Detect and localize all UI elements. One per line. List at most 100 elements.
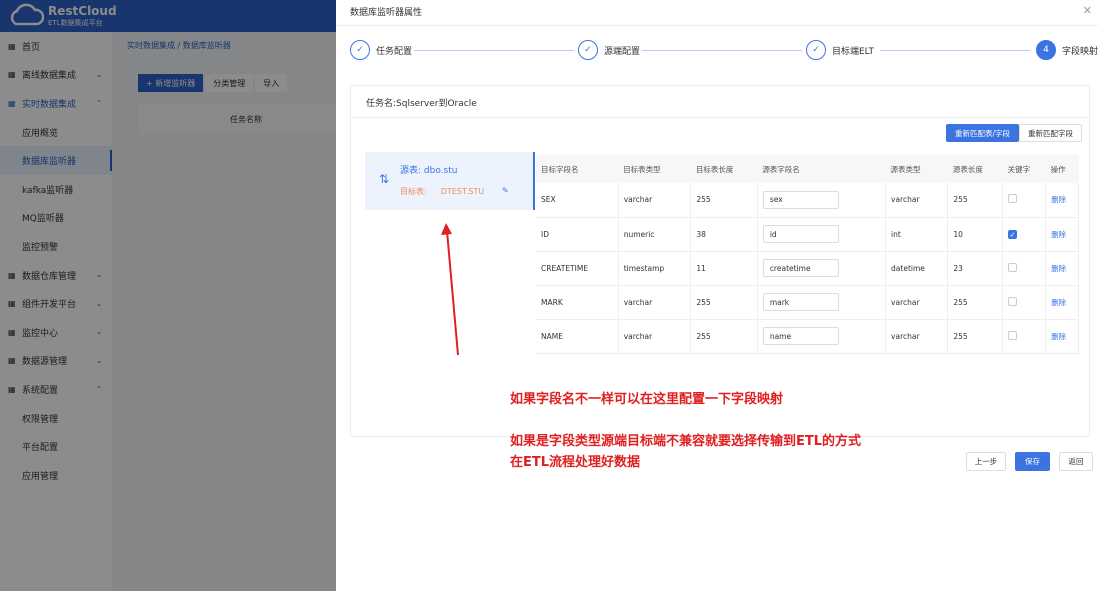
edit-icon[interactable]: ✎: [502, 186, 509, 195]
drawer-title: 数据库监听器属性: [350, 8, 423, 18]
step-connector: [642, 50, 802, 51]
field-mapping-table: 目标字段名 目标表类型 目标表长度 源表字段名 源表类型 源表长度 关键字 操作 SEX var…: [536, 155, 1079, 354]
delete-link[interactable]: 删除: [1051, 230, 1066, 239]
key-checkbox[interactable]: ✓: [1008, 229, 1018, 239]
table-row: SEXvarchar255varchar255删除: [536, 183, 1079, 218]
table-pair-item[interactable]: ⇅ 源表: dbo.stu 目标表: DTEST.STU ✎: [365, 152, 535, 210]
column-header: 目标表长度: [690, 155, 758, 183]
step-number: 4: [1036, 40, 1056, 60]
column-header: 关键字: [1002, 155, 1046, 183]
delete-link[interactable]: 删除: [1051, 264, 1066, 273]
source-type: datetime: [885, 251, 949, 286]
key-cell: [1002, 319, 1047, 354]
rematch-field-button[interactable]: 重新匹配字段: [1019, 124, 1082, 142]
column-header: 源表字段名: [757, 155, 886, 183]
column-header: 源表类型: [885, 155, 948, 183]
key-checkbox[interactable]: [1008, 330, 1018, 340]
source-field-input[interactable]: [762, 259, 839, 277]
source-field-input[interactable]: [762, 293, 839, 311]
target-field: MARK: [536, 285, 619, 320]
check-icon: ✓: [350, 40, 370, 60]
source-field-input[interactable]: [762, 190, 839, 209]
source-field-cell: [757, 183, 887, 218]
key-cell: [1002, 285, 1047, 320]
source-field-cell: [757, 217, 887, 252]
target-type: varchar: [618, 319, 692, 354]
action-cell: 删除: [1045, 217, 1079, 252]
check-icon: ✓: [806, 40, 826, 60]
step-label: 目标端ELT: [832, 46, 874, 57]
step-connector: [880, 50, 1030, 51]
prev-step-button[interactable]: 上一步: [966, 452, 1006, 471]
step-connector: [414, 50, 574, 51]
action-cell: 删除: [1045, 319, 1079, 354]
action-cell: 删除: [1045, 285, 1079, 320]
step-target-elt[interactable]: ✓ 目标端ELT: [806, 40, 874, 60]
table-row: IDnumeric38 int10 ✓ 删除: [536, 217, 1079, 252]
target-type: varchar: [618, 183, 692, 218]
divider: [351, 117, 1089, 118]
column-header: 目标字段名: [536, 155, 619, 183]
table-row: MARKvarchar255varchar255删除: [536, 285, 1079, 320]
source-field-input[interactable]: [762, 327, 839, 345]
key-checkbox[interactable]: [1008, 296, 1018, 306]
column-header: 目标表类型: [618, 155, 691, 183]
step-label: 源端配置: [604, 46, 641, 57]
column-header: 源表长度: [947, 155, 1003, 183]
source-length: 10: [947, 217, 1004, 252]
source-field-input[interactable]: [762, 225, 839, 243]
annotation-text: 如果字段名不一样可以在这里配置一下字段映射: [510, 392, 784, 407]
target-field: CREATETIME: [536, 251, 619, 286]
back-button[interactable]: 返回: [1059, 452, 1093, 471]
step-label: 任务配置: [376, 46, 413, 57]
red-arrow-annotation: [441, 223, 459, 356]
source-type: varchar: [885, 319, 949, 354]
target-length: 255: [690, 319, 758, 354]
divider: [336, 25, 1098, 26]
target-table: 目标表: DTEST.STU: [400, 187, 485, 196]
rematch-table-button[interactable]: 重新匹配表/字段: [946, 124, 1020, 142]
table-row: CREATETIMEtimestamp11 datetime23 删除: [536, 251, 1079, 286]
delete-link[interactable]: 删除: [1051, 332, 1066, 341]
listener-properties-drawer: 数据库监听器属性 ✕ ✓ 任务配置 ✓ 源端配置 ✓ 目标端ELT 4 字段映射 任务名…: [336, 0, 1098, 591]
target-type: varchar: [618, 285, 692, 320]
key-checkbox[interactable]: [1008, 194, 1018, 204]
step-label: 字段映射: [1062, 46, 1098, 57]
save-button[interactable]: 保存: [1015, 452, 1050, 471]
target-length: 255: [690, 183, 758, 218]
delete-link[interactable]: 删除: [1051, 195, 1066, 204]
source-length: 255: [947, 285, 1004, 320]
target-length: 255: [690, 285, 758, 320]
key-cell: [1002, 183, 1047, 218]
key-cell: [1002, 251, 1047, 286]
action-cell: 删除: [1045, 183, 1079, 218]
step-source-config[interactable]: ✓ 源端配置: [578, 40, 640, 60]
source-length: 255: [947, 319, 1004, 354]
close-icon[interactable]: ✕: [1083, 4, 1092, 17]
source-field-cell: [757, 251, 887, 286]
key-checkbox[interactable]: [1008, 262, 1018, 272]
step-task-config[interactable]: ✓ 任务配置: [350, 40, 412, 60]
annotation-text: 如果是字段类型源端目标端不兼容就要选择传输到ETL的方式: [510, 434, 862, 449]
source-type: varchar: [885, 285, 949, 320]
source-length: 23: [947, 251, 1004, 286]
target-field: NAME: [536, 319, 619, 354]
delete-link[interactable]: 删除: [1051, 298, 1066, 307]
column-header: 操作: [1045, 155, 1079, 183]
target-length: 11: [690, 251, 758, 286]
modal-overlay[interactable]: [0, 0, 336, 591]
target-type: timestamp: [618, 251, 692, 286]
source-table: 源表: dbo.stu: [400, 166, 458, 176]
mapping-icon: ⇅: [379, 172, 390, 186]
target-type: numeric: [618, 217, 692, 252]
target-field: ID: [536, 217, 619, 252]
annotation-text: 在ETL流程处理好数据: [510, 455, 641, 470]
target-field: SEX: [536, 183, 619, 218]
source-type: varchar: [885, 183, 949, 218]
table-header-row: 目标字段名 目标表类型 目标表长度 源表字段名 源表类型 源表长度 关键字 操作: [536, 155, 1079, 183]
app: RestCloud ETL数据集成平台 ▦ 首页 ▦ 离线数据集成 ⌄ ▦ 实时数据集成 ⌃ 应…: [0, 0, 1098, 591]
key-cell: ✓: [1002, 217, 1047, 252]
target-length: 38: [690, 217, 758, 252]
step-field-mapping[interactable]: 4 字段映射: [1036, 40, 1098, 60]
source-field-cell: [757, 285, 887, 320]
